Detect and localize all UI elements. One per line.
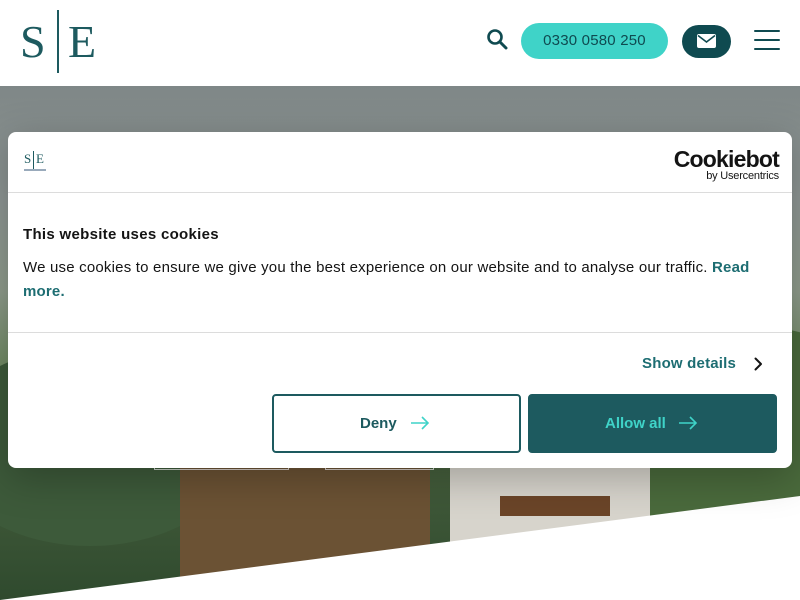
- cookie-consent-dialog: S E Cookiebot by Usercentrics This websi…: [8, 132, 792, 468]
- logo-divider: [57, 10, 59, 73]
- logo-divider: [33, 151, 34, 169]
- cookie-description: We use cookies to ensure we give you the…: [23, 256, 773, 304]
- allow-all-button[interactable]: Allow all: [528, 394, 777, 453]
- deny-button[interactable]: Deny: [272, 394, 521, 453]
- search-icon: [487, 29, 508, 50]
- cookiebot-name: Cookiebot: [673, 146, 780, 172]
- phone-button[interactable]: 0330 0580 250: [521, 23, 668, 59]
- divider: [8, 332, 792, 333]
- hamburger-menu-icon[interactable]: [754, 30, 780, 52]
- site-logo-small: S E: [22, 151, 48, 175]
- arrow-right-icon: [411, 416, 430, 430]
- chevron-right-icon: [754, 357, 762, 371]
- cookie-body-text: We use cookies to ensure we give you the…: [23, 259, 708, 276]
- logo-letter-e: E: [68, 16, 97, 67]
- menu-line: [754, 48, 780, 50]
- search-button[interactable]: [486, 28, 512, 56]
- logo-letter-s: S: [24, 151, 32, 166]
- allow-all-label: Allow all: [605, 415, 666, 432]
- cookie-dialog-header: S E Cookiebot by Usercentrics: [8, 132, 792, 193]
- mail-icon: [697, 34, 716, 48]
- logo-letter-s: S: [20, 16, 46, 67]
- arrow-right-icon: [679, 416, 698, 430]
- menu-line: [754, 39, 780, 41]
- email-button[interactable]: [682, 25, 731, 58]
- cookiebot-byline: by Usercentrics: [706, 170, 779, 182]
- cookiebot-logo[interactable]: Cookiebot by Usercentrics: [673, 146, 780, 182]
- logo-tagline: [24, 169, 46, 171]
- site-header: S E 0330 0580 250: [0, 0, 800, 86]
- deny-label: Deny: [360, 415, 397, 432]
- show-details-label: Show details: [642, 355, 737, 372]
- logo-letter-e: E: [36, 151, 44, 166]
- site-logo[interactable]: S E: [20, 10, 96, 74]
- cookie-title: This website uses cookies: [23, 226, 219, 243]
- show-details-link[interactable]: Show details: [642, 354, 762, 374]
- menu-line: [754, 30, 780, 32]
